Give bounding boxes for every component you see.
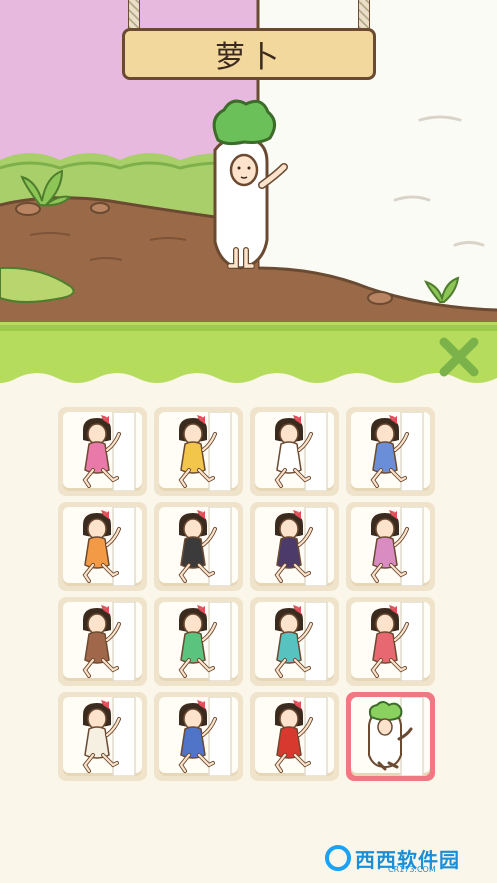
costume-character-icon bbox=[82, 412, 136, 491]
costume-card-girl-straw-hat[interactable] bbox=[58, 692, 147, 781]
costume-card-girl-pineapple-basket[interactable] bbox=[346, 502, 435, 591]
costume-character-icon bbox=[178, 412, 232, 491]
costume-character-icon bbox=[370, 507, 424, 586]
costume-character-icon bbox=[274, 412, 328, 491]
costume-card-girl-blue-leaf-fan[interactable] bbox=[154, 692, 243, 781]
costume-card-girl-blue-dots-bag[interactable] bbox=[346, 407, 435, 496]
costume-character-icon bbox=[368, 697, 424, 776]
costume-card-girl-red-dress[interactable] bbox=[346, 597, 435, 686]
costume-character-icon bbox=[82, 507, 136, 586]
costume-character-icon bbox=[274, 602, 328, 681]
costume-card-girl-yellow-backpack[interactable] bbox=[154, 407, 243, 496]
costume-card-monkey-suit[interactable] bbox=[58, 597, 147, 686]
sign-title: 萝卜 bbox=[215, 40, 283, 75]
costume-card-girl-pink-dress[interactable] bbox=[58, 407, 147, 496]
costume-card-girl-red-beret[interactable] bbox=[154, 597, 243, 686]
costume-character-icon bbox=[82, 697, 136, 776]
costume-character-icon bbox=[178, 602, 232, 681]
game-scene: 萝卜 bbox=[0, 0, 497, 330]
costume-grid bbox=[58, 407, 442, 787]
costume-character-icon bbox=[370, 602, 424, 681]
costume-card-girl-orange-basket[interactable] bbox=[58, 502, 147, 591]
x-icon bbox=[439, 337, 479, 377]
costume-character-icon bbox=[274, 507, 328, 586]
close-button[interactable] bbox=[436, 334, 482, 380]
title-sign: 萝卜 bbox=[122, 28, 376, 80]
costume-character-icon bbox=[178, 697, 232, 776]
watermark-site: CR173.COM bbox=[388, 865, 436, 874]
costume-character-icon bbox=[178, 507, 232, 586]
costume-card-girl-red-qipao[interactable] bbox=[250, 692, 339, 781]
costume-card-girl-white-shirt[interactable] bbox=[250, 407, 339, 496]
costume-character-icon bbox=[274, 697, 328, 776]
costume-card-girl-teal-dress[interactable] bbox=[250, 597, 339, 686]
costume-character-icon bbox=[82, 602, 136, 681]
costume-character-icon bbox=[370, 412, 424, 491]
costume-card-girl-glasses-black[interactable] bbox=[154, 502, 243, 591]
watermark-logo-icon bbox=[325, 845, 351, 871]
panel-header-band bbox=[0, 322, 497, 383]
costume-card-girl-ninja-purple[interactable] bbox=[250, 502, 339, 591]
costume-card-radish-costume[interactable] bbox=[346, 692, 435, 781]
